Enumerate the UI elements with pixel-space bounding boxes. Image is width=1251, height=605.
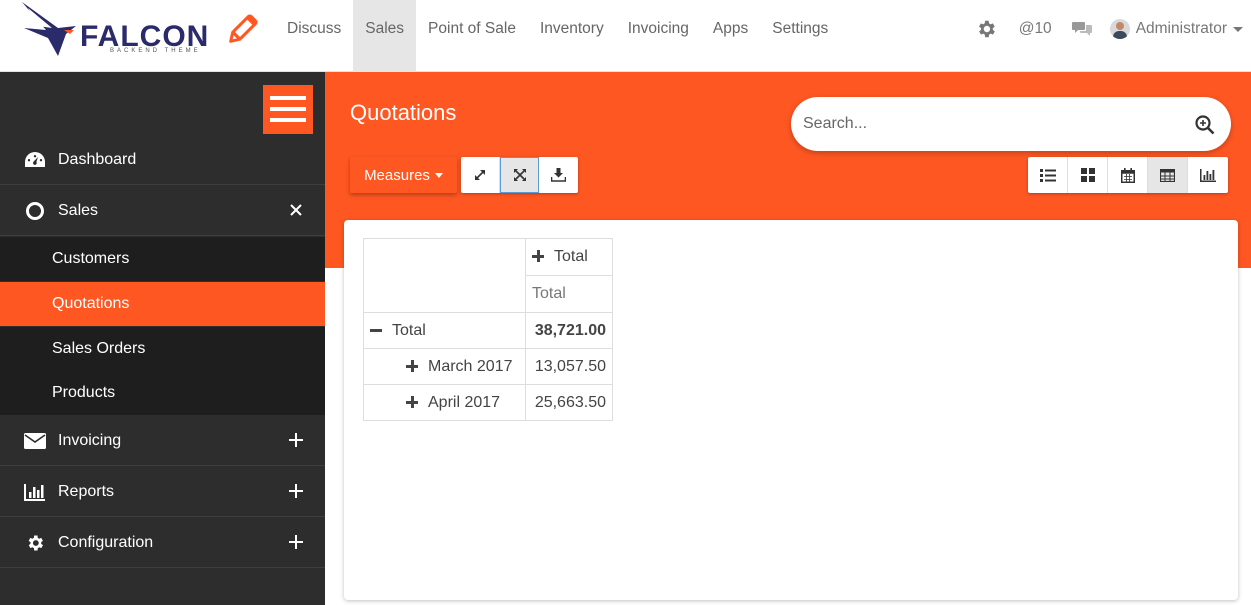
kanban-view-button[interactable] (1068, 157, 1108, 193)
hamburger-line (270, 96, 306, 100)
pencil-icon (229, 14, 258, 43)
bar-chart-icon (24, 481, 46, 503)
pivot-col-header[interactable]: Total (525, 238, 613, 276)
menu-discuss[interactable]: Discuss (275, 0, 353, 72)
settings-gear-button[interactable] (975, 18, 997, 40)
menu-apps[interactable]: Apps (701, 0, 760, 72)
chevron-down-icon (1233, 26, 1243, 32)
view-switcher (1028, 157, 1228, 193)
menu-point-of-sale[interactable]: Point of Sale (416, 0, 528, 72)
expand-arrows-icon (475, 170, 485, 180)
minus-icon (370, 324, 382, 336)
table-icon (1160, 168, 1175, 182)
user-menu[interactable]: Administrator (1109, 19, 1251, 39)
pivot-row-label: Total (392, 321, 426, 339)
brand-tagline: Backend Theme (110, 48, 201, 54)
kanban-icon (1080, 168, 1095, 182)
top-navbar: FALCON Backend Theme Discuss Sales Point… (0, 0, 1251, 72)
plus-icon[interactable] (287, 533, 305, 551)
user-name: Administrator (1135, 20, 1227, 37)
sidebar-item-label: Configuration (58, 533, 154, 551)
bar-chart-icon (1200, 168, 1216, 182)
gear-icon (978, 20, 995, 38)
sidebar-item-sales[interactable]: Sales (0, 186, 325, 236)
sidebar-subitem-products[interactable]: Products (0, 371, 325, 415)
plus-icon (406, 395, 418, 408)
top-menu: Discuss Sales Point of Sale Inventory In… (275, 0, 840, 72)
sidebar-item-reports[interactable]: Reports (0, 467, 325, 517)
plus-icon (532, 250, 544, 262)
list-icon (1039, 168, 1056, 182)
chat-bubbles-icon (1071, 22, 1092, 36)
plus-icon[interactable] (287, 431, 305, 449)
sidebar-item-label: Sales (58, 201, 99, 219)
sidebar-item-invoicing[interactable]: Invoicing (0, 416, 325, 466)
expand-button[interactable] (461, 157, 500, 193)
pivot-header-row: Total (363, 238, 613, 313)
measures-label: Measures (364, 166, 430, 184)
sidebar-item-label: Reports (58, 482, 115, 500)
pivot-cell-value: 25,663.50 (525, 384, 613, 421)
pivot-row-header-april[interactable]: April 2017 (363, 384, 526, 421)
pivot-table: Total Total Total 38,721.00 March 2017 1… (363, 238, 613, 421)
list-view-button[interactable] (1028, 157, 1068, 193)
sidebar-item-configuration[interactable]: Configuration (0, 518, 325, 568)
page-title: Quotations (350, 100, 457, 125)
hamburger-line (270, 118, 306, 122)
pivot-row-header-total[interactable]: Total (363, 312, 526, 349)
menu-settings[interactable]: Settings (760, 0, 840, 72)
mentions-counter[interactable]: @10 (1019, 20, 1052, 38)
pivot-cell-value: 13,057.50 (525, 348, 613, 385)
sidebar-item-label: Invoicing (58, 431, 122, 449)
table-row: April 2017 25,663.50 (363, 384, 613, 421)
menu-inventory[interactable]: Inventory (528, 0, 616, 72)
sidebar-item-dashboard[interactable]: Dashboard (0, 135, 325, 185)
falcon-bird-icon (22, 2, 76, 56)
flip-axis-icon (513, 169, 526, 181)
pivot-measure-header: Total (525, 275, 613, 313)
chevron-down-icon (434, 172, 443, 178)
menu-sales[interactable]: Sales (353, 0, 417, 72)
avatar (1109, 19, 1130, 39)
table-row: March 2017 13,057.50 (363, 348, 613, 385)
plus-icon (406, 359, 418, 372)
sidebar-subitem-quotations[interactable]: Quotations (0, 282, 325, 326)
calendar-view-button[interactable] (1108, 157, 1148, 193)
brand-logo[interactable]: FALCON Backend Theme (18, 0, 263, 62)
chat-button[interactable] (1071, 21, 1092, 37)
search-box (791, 97, 1231, 151)
menu-invoicing[interactable]: Invoicing (616, 0, 701, 72)
hamburger-menu-button[interactable] (263, 85, 313, 134)
pivot-col-header-label: Total (554, 248, 588, 265)
hamburger-line (270, 107, 306, 111)
pivot-total-value: 38,721.00 (525, 312, 613, 349)
search-icon[interactable] (1195, 115, 1215, 135)
download-button[interactable] (539, 157, 578, 193)
measures-button[interactable]: Measures (350, 157, 457, 193)
gear-icon (24, 532, 46, 554)
pivot-row-label: March 2017 (428, 357, 513, 375)
pivot-view-button[interactable] (1148, 157, 1188, 193)
table-row: Total 38,721.00 (363, 312, 613, 349)
sidebar-subitem-customers[interactable]: Customers (0, 237, 325, 281)
flip-axis-button[interactable] (500, 157, 539, 193)
graph-view-button[interactable] (1188, 157, 1228, 193)
download-icon (551, 168, 566, 182)
pivot-tools (461, 157, 578, 193)
circle-icon (24, 200, 46, 222)
pivot-row-header-march[interactable]: March 2017 (363, 348, 526, 385)
sidebar-item-label: Dashboard (58, 150, 137, 168)
envelope-icon (24, 430, 46, 452)
search-input[interactable] (803, 109, 1183, 139)
close-icon[interactable] (287, 201, 305, 219)
top-right-tools: @10 Administrator (975, 0, 1251, 58)
sidebar-subitem-sales-orders[interactable]: Sales Orders (0, 327, 325, 371)
calendar-icon (1120, 167, 1135, 183)
sidebar: Dashboard Sales Customers Quotations Sal… (0, 72, 325, 605)
plus-icon[interactable] (287, 482, 305, 500)
pivot-corner-cell (363, 238, 526, 313)
dashboard-icon (24, 149, 46, 171)
pivot-row-label: April 2017 (428, 393, 501, 411)
